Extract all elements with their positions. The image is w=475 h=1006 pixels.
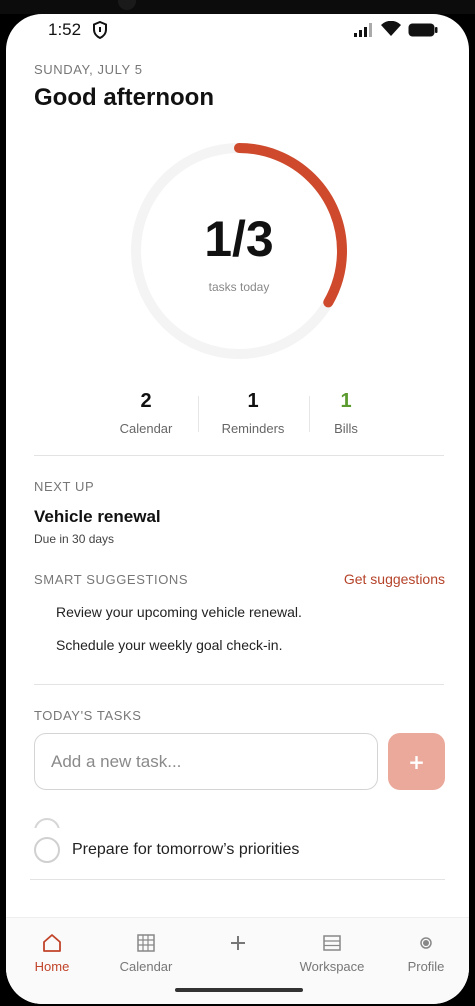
stat-value: 1 [247,390,259,412]
status-time: 1:52 [48,20,82,39]
stat-value: 2 [140,390,152,412]
phone-frame [0,0,475,14]
get-suggestions-link[interactable]: Get suggestions [344,571,445,587]
stat-label: Reminders [221,421,285,436]
shield-icon [93,21,107,39]
calendar-icon [137,934,155,952]
smart-suggestions-label: SMART SUGGESTIONS [34,572,189,587]
wifi-icon [381,21,401,36]
stat-label: Calendar [119,421,173,436]
task-checkbox[interactable] [34,818,60,828]
greeting-title: Good afternoon [34,84,214,111]
next-up-label: NEXT UP [34,479,95,494]
add-task-button[interactable]: + [388,733,445,790]
tab-workspace[interactable]: Workspace [287,932,377,974]
stat-reminders[interactable]: 1 Reminders [203,390,303,436]
stat-calendar[interactable]: 2 Calendar [96,390,196,436]
stat-divider [198,396,199,432]
stat-bills[interactable]: 1 Bills [296,390,396,436]
task-item: Prepare for tomorrow’s priorities [34,836,434,864]
battery-icon [408,23,438,37]
workspace-icon [323,935,341,951]
tab-label: Profile [407,959,445,974]
stat-label: Bills [334,421,358,436]
home-icon [43,934,61,952]
plus-icon [231,936,245,950]
next-up-due: Due in 30 days [34,532,115,546]
stats-row: 2 Calendar 1 Reminders 1 Bills [86,390,406,440]
tab-label: Workspace [299,959,365,974]
signal-icon [354,23,372,37]
tab-add[interactable] [193,932,283,959]
app-screen: 1:52 SUNDAY, JULY 5 Good afternoon 1/3 t… [6,14,469,1004]
tab-profile[interactable]: Profile [381,932,469,974]
tab-calendar[interactable]: Calendar [101,932,191,974]
divider [30,879,445,880]
divider [34,455,444,456]
tab-label: Calendar [119,959,173,974]
task-checkbox[interactable] [34,837,60,863]
status-bar: 1:52 [6,14,469,48]
tab-label: Home [34,959,70,974]
new-task-input[interactable] [34,733,378,790]
suggestion-item[interactable]: Review your upcoming vehicle renewal. [56,604,302,620]
suggestion-item[interactable]: Schedule your weekly goal check-in. [56,637,282,653]
task-text: Prepare for tomorrow’s priorities [72,841,300,858]
profile-icon [420,937,432,949]
camera-icon [118,0,136,10]
progress-count: 1/3 [204,211,274,267]
progress-label: tasks today [208,280,270,294]
home-indicator [175,988,303,992]
tab-home[interactable]: Home [7,932,97,974]
divider [34,684,444,685]
todays-tasks-label: TODAY'S TASKS [34,708,142,723]
current-date: SUNDAY, JULY 5 [34,62,143,77]
stat-value: 1 [340,390,352,412]
next-up-title[interactable]: Vehicle renewal [34,507,161,527]
